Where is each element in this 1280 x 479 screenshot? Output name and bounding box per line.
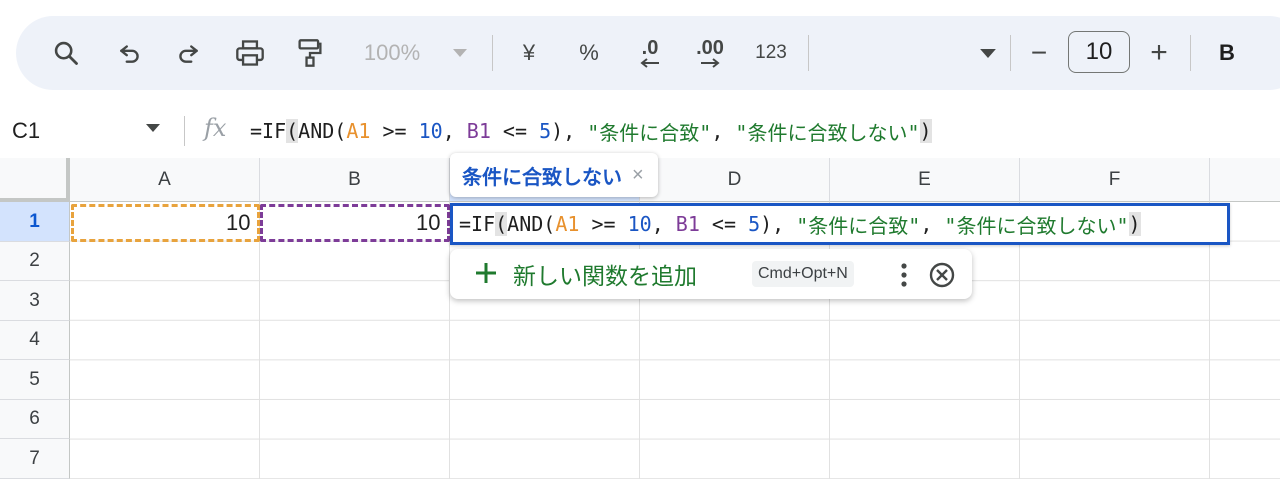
toolbar: 100% ¥ % .0 .00 123 − 10 + B [16, 16, 1280, 90]
toolbar-divider [808, 35, 809, 71]
cell-a1[interactable]: 10 [226, 204, 250, 242]
formula-bar: C1 fx =IF(AND(A1 >= 10, B1 <= 5), "条件に合致… [0, 104, 1280, 159]
row-header-7[interactable]: 7 [0, 439, 70, 479]
formula-token-number: 5 [539, 119, 552, 143]
add-new-function-button[interactable]: 新しい関数を追加 [513, 249, 697, 299]
formula-bar-divider [184, 116, 185, 146]
function-suggestion-popup: 新しい関数を追加 Cmd+Opt+N [450, 249, 972, 299]
formula-token-string: "条件に合致しない" [735, 120, 920, 145]
row-header-6[interactable]: 6 [0, 400, 70, 439]
formula-token-string: "条件に合致" [587, 120, 712, 145]
cell-b1[interactable]: 10 [416, 204, 440, 242]
formula-token: >= [370, 119, 419, 143]
search-icon[interactable] [48, 16, 84, 90]
font-size-input[interactable]: 10 [1068, 31, 1130, 73]
formula-result-preview: 条件に合致しない × [450, 153, 658, 197]
fx-icon: fx [204, 114, 227, 142]
formula-token-ref-a1: A1 [346, 119, 371, 143]
column-header-e[interactable]: E [830, 158, 1020, 202]
formula-token: , [651, 212, 676, 236]
arrow-right-icon [701, 58, 720, 68]
formula-token-number: 10 [627, 212, 652, 236]
percent-button[interactable]: % [574, 16, 604, 90]
redo-icon[interactable] [170, 16, 206, 90]
formula-token: ( [495, 212, 508, 236]
row-header-3[interactable]: 3 [0, 281, 70, 321]
formula-token: AND( [507, 212, 556, 236]
chevron-down-icon [980, 48, 996, 58]
shortcut-badge: Cmd+Opt+N [752, 261, 854, 287]
column-header-b[interactable]: B [260, 158, 450, 202]
formula-token-ref-b1: B1 [675, 212, 700, 236]
formula-token: <= [699, 212, 749, 236]
decrease-decimal-button[interactable]: .0 [630, 16, 670, 90]
font-select[interactable] [816, 16, 996, 90]
decrease-decimal-label: .0 [641, 37, 659, 59]
preview-result-text: 条件に合致しない [462, 166, 622, 189]
formula-token: ), [760, 212, 797, 236]
close-icon[interactable]: × [632, 164, 644, 187]
row-header-2[interactable]: 2 [0, 242, 70, 281]
chevron-down-icon[interactable] [450, 16, 470, 90]
formula-token: <= [490, 119, 540, 143]
print-icon[interactable] [230, 16, 270, 90]
formula-token: ) [1128, 212, 1141, 236]
formula-token-string: "条件に合致しない" [944, 213, 1129, 238]
minus-icon[interactable]: − [1024, 16, 1054, 90]
formula-input[interactable]: =IF(AND(A1 >= 10, B1 <= 5), "条件に合致", "条件… [250, 104, 932, 158]
formula-token: >= [579, 212, 628, 236]
chevron-down-icon[interactable] [146, 124, 160, 132]
formula-token-ref-b1: B1 [466, 119, 491, 143]
arrow-left-icon [640, 58, 659, 68]
column-header-f[interactable]: F [1020, 158, 1210, 202]
formula-token: =IF [459, 212, 496, 236]
more-formats-button[interactable]: 123 [750, 16, 792, 90]
formula-token: , [711, 119, 736, 143]
sheet-grid: A B C D E F 1 2 3 4 5 6 7 10 10 =IF(AND(… [0, 158, 1280, 479]
toolbar-divider [492, 35, 493, 71]
formula-token: ), [551, 119, 588, 143]
column-header-a[interactable]: A [70, 158, 260, 202]
increase-decimal-button[interactable]: .00 [688, 16, 732, 90]
toolbar-area: 100% ¥ % .0 .00 123 − 10 + B [0, 0, 1280, 104]
plus-icon [476, 263, 496, 283]
plus-icon[interactable]: + [1144, 16, 1174, 90]
formula-token: =IF [250, 119, 287, 143]
formula-token: , [442, 119, 467, 143]
column-header-d[interactable]: D [640, 158, 830, 202]
cell-c1-editor[interactable]: =IF(AND(A1 >= 10, B1 <= 5), "条件に合致", "条件… [450, 203, 1230, 245]
formula-token-number: 10 [418, 119, 443, 143]
formula-token: , [920, 212, 945, 236]
row-header-5[interactable]: 5 [0, 360, 70, 400]
toolbar-divider [1010, 35, 1011, 71]
formula-token-number: 5 [748, 212, 761, 236]
row-header-1[interactable]: 1 [0, 202, 70, 242]
formula-token-string: "条件に合致" [796, 213, 921, 238]
name-box[interactable]: C1 [12, 104, 40, 158]
select-all-corner[interactable] [0, 158, 70, 202]
toolbar-divider [1190, 35, 1191, 71]
row-header-4[interactable]: 4 [0, 321, 70, 360]
column-header-g[interactable] [1210, 158, 1280, 202]
more-vert-icon[interactable] [894, 261, 914, 289]
zoom-select[interactable]: 100% [356, 16, 428, 90]
paint-format-icon[interactable] [292, 16, 328, 90]
currency-button[interactable]: ¥ [514, 16, 544, 90]
increase-decimal-label: .00 [696, 37, 724, 59]
formula-token: AND( [298, 119, 347, 143]
formula-token: ( [286, 119, 299, 143]
formula-token: ) [919, 119, 932, 143]
bold-button[interactable]: B [1212, 16, 1242, 90]
formula-token-ref-a1: A1 [555, 212, 580, 236]
cancel-circle-icon[interactable] [928, 261, 956, 289]
undo-icon[interactable] [112, 16, 148, 90]
